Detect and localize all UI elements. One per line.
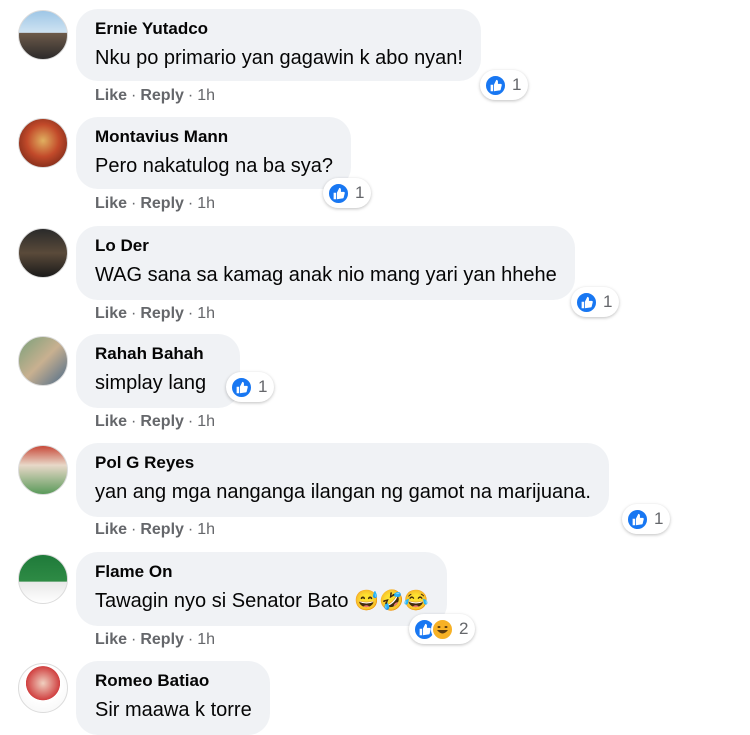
timestamp[interactable]: 1h xyxy=(197,631,215,648)
reaction-summary[interactable]: 1 xyxy=(226,372,275,402)
comment-actions: Like · Reply · 1h xyxy=(95,521,215,539)
comment-bubble: Flame On Tawagin nyo si Senator Bato 😅🤣😂 xyxy=(76,552,447,626)
like-button[interactable]: Like xyxy=(95,87,127,104)
comment-actions: Like · Reply · 1h xyxy=(95,413,215,431)
reaction-summary[interactable]: 1 xyxy=(622,504,671,534)
comment-text: yan ang mga nanganga ilangan ng gamot na… xyxy=(95,481,591,503)
reaction-count: 1 xyxy=(603,292,613,311)
reaction-count: 1 xyxy=(258,377,268,396)
avatar[interactable] xyxy=(18,336,68,386)
like-reaction-icon xyxy=(626,507,649,531)
like-reaction-icon xyxy=(230,375,253,399)
reply-button[interactable]: Reply xyxy=(140,305,184,322)
reply-button[interactable]: Reply xyxy=(140,631,184,648)
separator: · xyxy=(187,631,194,648)
comment-author[interactable]: Montavius Mann xyxy=(95,126,333,147)
avatar[interactable] xyxy=(18,118,68,168)
separator: · xyxy=(131,195,137,212)
reply-button[interactable]: Reply xyxy=(140,195,184,212)
timestamp[interactable]: 1h xyxy=(197,305,215,322)
separator: · xyxy=(131,413,137,430)
comment-author[interactable]: Lo Der xyxy=(95,235,557,256)
like-button[interactable]: Like xyxy=(95,413,127,430)
reaction-count: 1 xyxy=(355,183,365,202)
like-button[interactable]: Like xyxy=(95,305,127,322)
avatar[interactable] xyxy=(18,228,68,278)
avatar[interactable] xyxy=(18,663,68,713)
comment-author[interactable]: Flame On xyxy=(95,561,429,582)
comment-actions: Like · Reply · 1h xyxy=(95,195,215,213)
comment-author[interactable]: Rahah Bahah xyxy=(95,343,222,364)
comment-actions: Like · Reply · 1h xyxy=(95,305,215,323)
separator: · xyxy=(187,521,194,538)
separator: · xyxy=(131,631,137,648)
comment-bubble: Pol G Reyes yan ang mga nanganga ilangan… xyxy=(76,443,609,517)
comment-author[interactable]: Ernie Yutadco xyxy=(95,18,463,39)
separator: · xyxy=(187,87,194,104)
comment-bubble: Montavius Mann Pero nakatulog na ba sya? xyxy=(76,117,351,189)
like-button[interactable]: Like xyxy=(95,521,127,538)
reply-button[interactable]: Reply xyxy=(140,521,184,538)
comment-actions: Like · Reply · 1h xyxy=(95,87,215,105)
like-reaction-icon xyxy=(575,290,598,314)
reply-button[interactable]: Reply xyxy=(140,413,184,430)
like-reaction-icon xyxy=(327,181,350,205)
comment-actions: Like · Reply · 1h xyxy=(95,631,215,649)
reaction-summary[interactable]: 2 xyxy=(409,614,476,644)
avatar[interactable] xyxy=(18,554,68,604)
separator: · xyxy=(187,195,194,212)
timestamp[interactable]: 1h xyxy=(197,521,215,538)
separator: · xyxy=(187,305,194,322)
separator: · xyxy=(187,413,194,430)
separator: · xyxy=(131,521,137,538)
timestamp[interactable]: 1h xyxy=(197,195,215,212)
avatar[interactable] xyxy=(18,445,68,495)
reply-button[interactable]: Reply xyxy=(140,87,184,104)
reaction-summary[interactable]: 1 xyxy=(480,70,529,100)
comment-text: Tawagin nyo si Senator Bato 😅🤣😂 xyxy=(95,590,429,612)
avatar[interactable] xyxy=(18,10,68,60)
comment-bubble: Ernie Yutadco Nku po primario yan gagawi… xyxy=(76,9,481,81)
separator: · xyxy=(131,305,137,322)
like-reaction-icon xyxy=(484,73,507,97)
timestamp[interactable]: 1h xyxy=(197,87,215,104)
comment-text: Pero nakatulog na ba sya? xyxy=(95,155,333,177)
comment-bubble: Romeo Batiao Sir maawa k torre xyxy=(76,661,270,735)
comment-bubble: Lo Der WAG sana sa kamag anak nio mang y… xyxy=(76,226,575,300)
like-button[interactable]: Like xyxy=(95,631,127,648)
haha-reaction-icon xyxy=(431,617,454,641)
reaction-count: 2 xyxy=(459,619,469,638)
comment-bubble: Rahah Bahah simplay lang xyxy=(76,334,240,408)
comment-author[interactable]: Romeo Batiao xyxy=(95,670,252,691)
comment-text: Nku po primario yan gagawin k abo nyan! xyxy=(95,47,463,69)
comment-author[interactable]: Pol G Reyes xyxy=(95,452,591,473)
comment-text: WAG sana sa kamag anak nio mang yari yan… xyxy=(95,264,557,286)
reaction-count: 1 xyxy=(654,509,664,528)
timestamp[interactable]: 1h xyxy=(197,413,215,430)
reaction-summary[interactable]: 1 xyxy=(323,178,372,208)
comment-text: Sir maawa k torre xyxy=(95,699,252,721)
reaction-count: 1 xyxy=(512,75,522,94)
separator: · xyxy=(131,87,137,104)
reaction-summary[interactable]: 1 xyxy=(571,287,620,317)
comment-text: simplay lang xyxy=(95,372,207,394)
like-button[interactable]: Like xyxy=(95,195,127,212)
